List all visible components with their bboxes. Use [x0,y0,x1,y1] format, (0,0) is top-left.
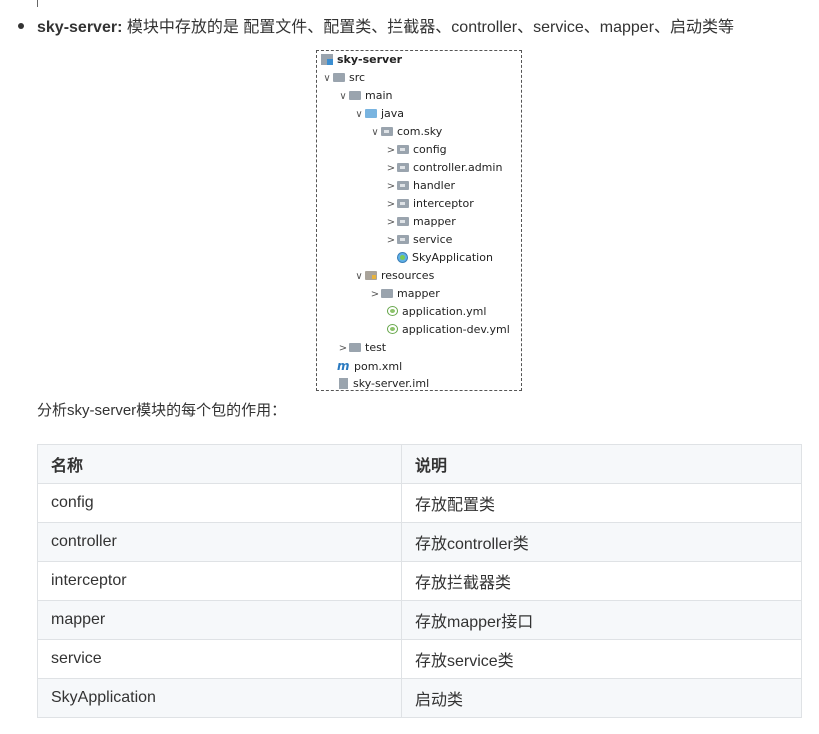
header-description: 说明 [401,444,802,484]
chevron-right-icon: > [386,181,396,192]
cell-description: 启动类 [401,678,802,718]
resources-folder-icon [365,270,377,280]
package-icon [397,180,409,190]
tree-label: java [381,107,405,120]
tree-label: com.sky [397,125,443,138]
tree-row-application-dev-yml: application-dev.yml [387,321,510,339]
tree-row-test: > test [337,339,386,357]
chevron-right-icon: > [386,145,396,156]
tree-label: service [413,233,453,246]
tree-row-application-yml: application.yml [387,303,486,321]
package-icon [397,162,409,172]
tree-label: application.yml [402,305,487,318]
cell-description: 存放service类 [401,639,802,679]
analysis-subtitle: 分析sky-server模块的每个包的作用： [37,402,287,419]
module-description: 模块中存放的是 配置文件、配置类、拦截器、controller、service、… [122,19,735,36]
yml-icon [387,324,398,334]
chevron-down-icon: ∨ [355,109,363,120]
tree-label: pom.xml [354,360,403,373]
cell-name: service [37,639,402,679]
cell-name: config [37,483,402,523]
chevron-down-icon: ∨ [339,91,347,102]
tree-label: resources [381,269,435,282]
chevron-right-icon: > [386,235,396,246]
tree-row-handler: > handler [385,177,455,195]
tree-row-mapper-resources: > mapper [369,285,440,303]
folder-icon [349,342,361,352]
yml-icon [387,306,398,316]
package-description-table: 名称 说明 config 存放配置类 controller 存放controll… [37,444,802,718]
tree-label: sky-server.iml [353,377,430,390]
tree-label: interceptor [413,197,474,210]
package-icon [397,144,409,154]
tree-label: controller.admin [413,161,503,174]
tree-label: application-dev.yml [402,323,510,336]
tree-label: src [349,71,366,84]
chevron-right-icon: > [338,343,348,354]
folder-icon [333,72,345,82]
tree-label: mapper [397,287,440,300]
tree-row-interceptor: > interceptor [385,195,474,213]
module-icon [321,53,333,65]
tree-row-src: ∨ src [321,69,365,87]
cell-description: 存放mapper接口 [401,600,802,640]
tree-label: handler [413,179,456,192]
header-name: 名称 [37,444,402,484]
table-row: interceptor 存放拦截器类 [37,561,802,601]
maven-icon: m [337,359,350,373]
table-row: service 存放service类 [37,639,802,679]
tree-row-pom-xml: m pom.xml [337,357,402,375]
cell-name: interceptor [37,561,402,601]
table-row: controller 存放controller类 [37,522,802,562]
top-divider [37,0,38,7]
tree-label: sky-server [337,53,403,66]
tree-row-java: ∨ java [353,105,404,123]
tree-row-controller-admin: > controller.admin [385,159,503,177]
chevron-right-icon: > [370,289,380,300]
iml-file-icon [339,377,348,389]
chevron-down-icon: ∨ [323,73,331,84]
table-row: SkyApplication 启动类 [37,678,802,718]
folder-icon [381,288,393,298]
tree-label: test [365,341,387,354]
chevron-right-icon: > [386,199,396,210]
tree-row-sky-server: sky-server [321,51,402,69]
tree-row-sky-application: SkyApplication [397,249,493,267]
tree-row-main: ∨ main [337,87,392,105]
module-name: sky-server: [37,19,123,36]
table-row: config 存放配置类 [37,483,802,523]
tree-row-sky-server-iml: sky-server.iml [339,375,429,393]
cell-description: 存放配置类 [401,483,802,523]
cell-name: mapper [37,600,402,640]
bullet-item: sky-server: 模块中存放的是 配置文件、配置类、拦截器、control… [18,16,734,40]
tree-label: SkyApplication [412,251,493,264]
tree-row-service: > service [385,231,453,249]
table-header-row: 名称 说明 [37,444,802,484]
tree-row-com-sky: ∨ com.sky [369,123,442,141]
chevron-right-icon: > [386,163,396,174]
tree-label: main [365,89,393,102]
tree-row-config: > config [385,141,447,159]
package-icon [381,126,393,136]
chevron-right-icon: > [386,217,396,228]
folder-icon [349,90,361,100]
cell-name: controller [37,522,402,562]
cell-name: SkyApplication [37,678,402,718]
cell-description: 存放拦截器类 [401,561,802,601]
table-row: mapper 存放mapper接口 [37,600,802,640]
cell-description: 存放controller类 [401,522,802,562]
package-icon [397,216,409,226]
tree-row-mapper-package: > mapper [385,213,456,231]
bullet-dot-icon [18,22,24,29]
chevron-down-icon: ∨ [371,127,379,138]
spring-class-icon [397,251,408,263]
package-icon [397,234,409,244]
source-folder-icon [365,108,377,118]
tree-label: config [413,143,447,156]
chevron-down-icon: ∨ [355,271,363,282]
tree-label: mapper [413,215,456,228]
package-icon [397,198,409,208]
project-tree-image: sky-server ∨ src ∨ main ∨ java ∨ com.sky > co… [316,50,522,391]
tree-row-resources: ∨ resources [353,267,434,285]
